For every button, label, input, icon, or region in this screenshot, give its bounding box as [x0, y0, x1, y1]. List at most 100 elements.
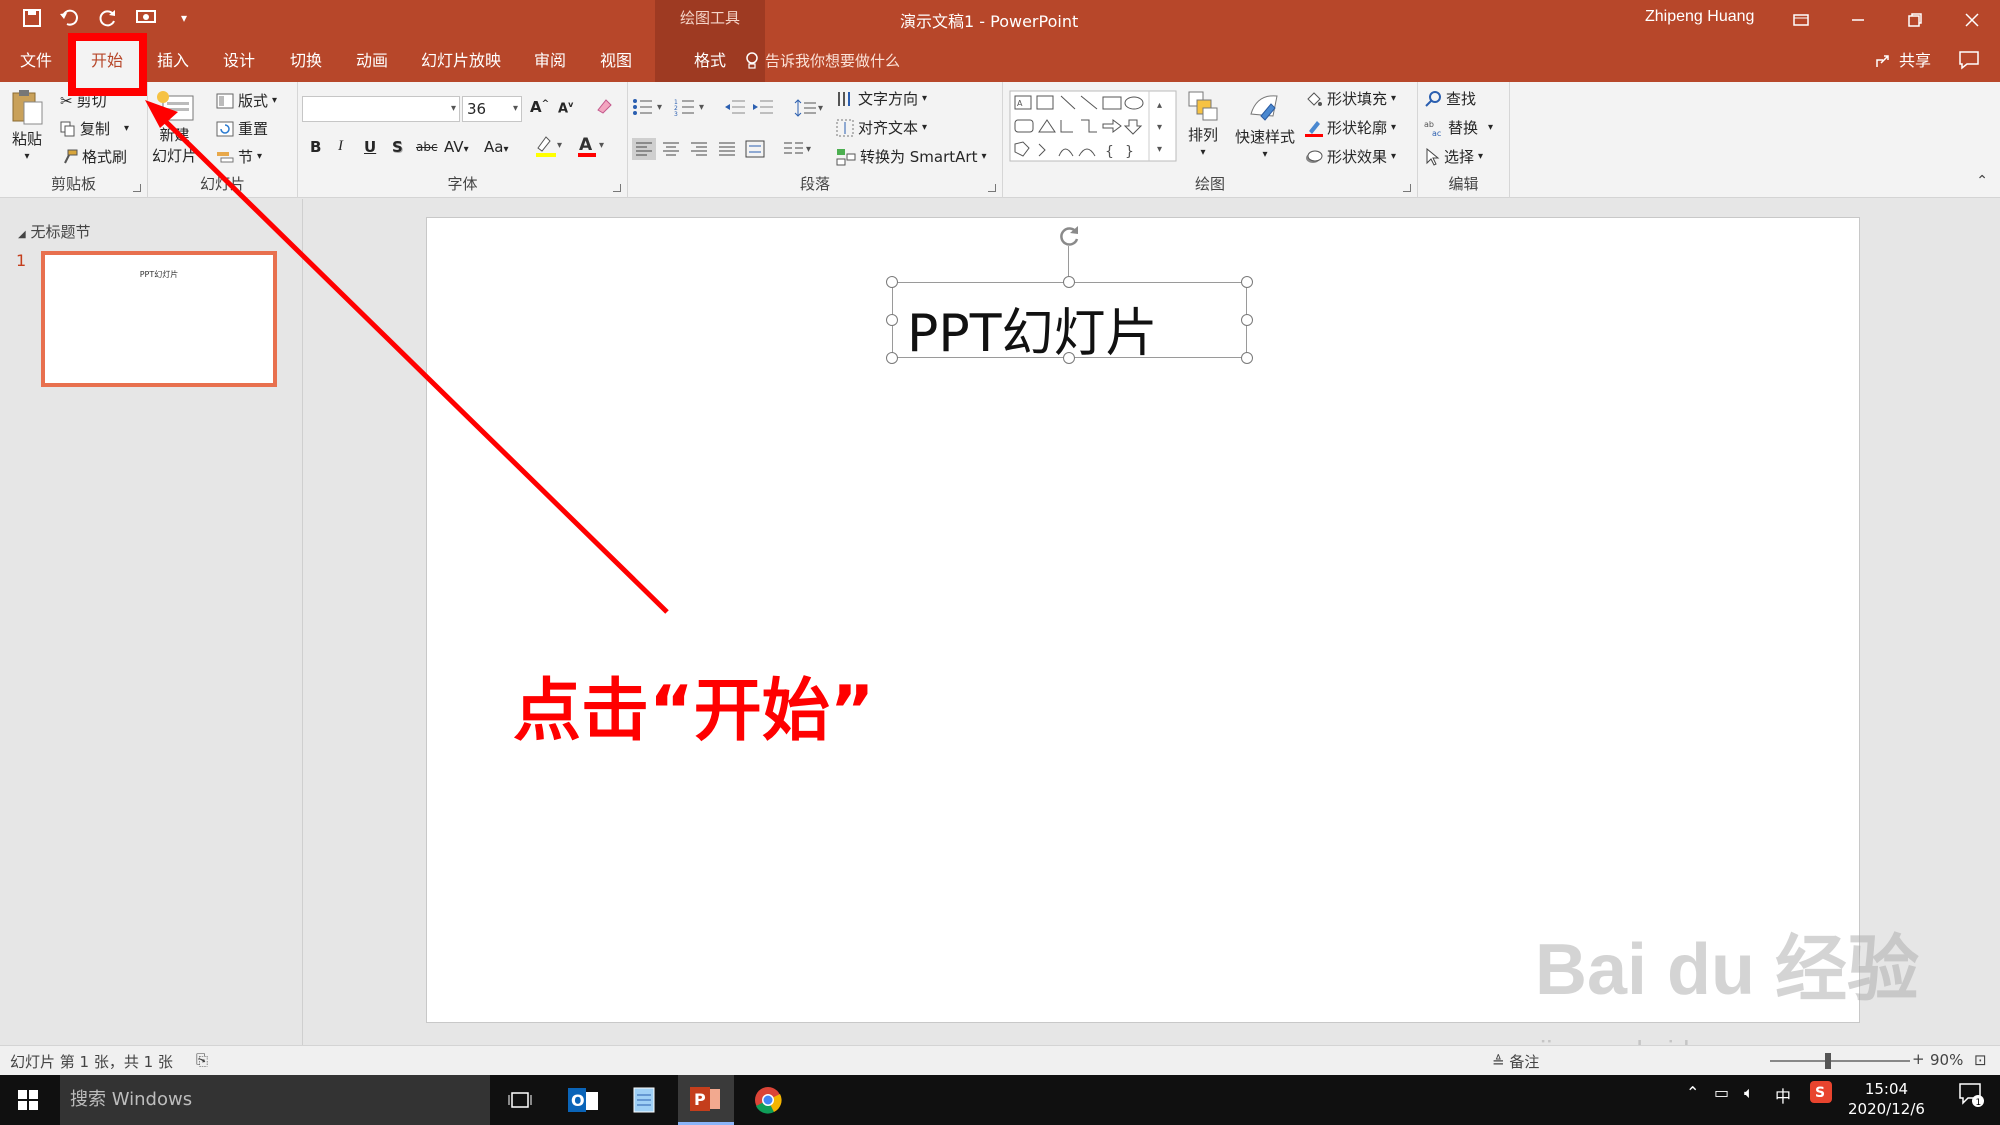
notes-button[interactable]: ≜ 备注	[1492, 1051, 1539, 1072]
clear-formatting-icon[interactable]	[594, 96, 614, 120]
bold-button[interactable]: B	[310, 138, 321, 156]
text-direction-button[interactable]: 文字方向 ▾	[836, 88, 927, 109]
increase-indent-icon[interactable]	[752, 98, 774, 116]
find-button[interactable]: 查找	[1424, 88, 1476, 109]
sogou-ime-icon[interactable]: S	[1810, 1081, 1832, 1107]
quick-styles-button[interactable]: 快速样式 ▾	[1235, 90, 1295, 160]
ribbon-display-options-icon[interactable]	[1772, 0, 1829, 40]
resize-handle-se[interactable]	[1241, 352, 1253, 364]
powerpoint-taskbar-icon[interactable]: P	[678, 1075, 734, 1125]
shrink-font-button[interactable]: Av	[558, 100, 573, 116]
shape-effects-button[interactable]: 形状效果 ▾	[1305, 146, 1396, 167]
slide-canvas[interactable]: PPT幻灯片	[426, 217, 1860, 1023]
taskbar-search-box[interactable]: 搜索 Windows	[60, 1075, 490, 1125]
char-spacing-button[interactable]: AV▾	[444, 138, 469, 156]
resize-handle-sw[interactable]	[886, 352, 898, 364]
collapse-ribbon-icon[interactable]: ⌃	[1976, 173, 1988, 189]
comments-icon[interactable]	[1958, 50, 1980, 74]
line-spacing-icon[interactable]: ▾	[794, 98, 826, 118]
copy-button[interactable]: 复制 ▾	[60, 118, 129, 139]
shape-fill-button[interactable]: 形状填充 ▾	[1305, 88, 1396, 109]
accessibility-icon[interactable]: ⎘	[196, 1051, 208, 1069]
network-icon[interactable]: ▭	[1714, 1083, 1729, 1102]
resize-handle-s[interactable]	[1063, 352, 1075, 364]
close-icon[interactable]	[1943, 0, 2000, 40]
title-textbox[interactable]: PPT幻灯片	[892, 282, 1247, 364]
align-right-icon[interactable]	[688, 138, 710, 160]
save-icon[interactable]	[20, 6, 44, 30]
share-button[interactable]: 共享	[1875, 40, 1931, 82]
present-from-start-icon[interactable]	[134, 6, 158, 30]
slide-thumbnail[interactable]: PPT幻灯片	[41, 251, 277, 387]
tab-file[interactable]: 文件	[8, 40, 64, 82]
undo-icon[interactable]	[58, 6, 82, 30]
redo-icon[interactable]	[96, 6, 120, 30]
format-painter-button[interactable]: 格式刷	[62, 146, 127, 167]
shape-outline-button[interactable]: 形状轮廓 ▾	[1305, 117, 1396, 138]
restore-icon[interactable]	[1886, 0, 1943, 40]
tab-review[interactable]: 审阅	[525, 40, 575, 82]
rotate-handle-icon[interactable]	[1056, 223, 1082, 249]
notepad-icon[interactable]	[616, 1075, 672, 1125]
ime-indicator[interactable]: 中	[1775, 1083, 1791, 1107]
tab-transitions[interactable]: 切换	[281, 40, 331, 82]
windows-start-icon[interactable]	[0, 1075, 56, 1125]
distributed-icon[interactable]	[744, 138, 766, 160]
collapse-section-icon[interactable]: ◢	[18, 229, 26, 240]
convert-smartart-button[interactable]: 转换为 SmartArt ▾	[836, 146, 986, 167]
volume-icon[interactable]: 🔈︎	[1744, 1083, 1754, 1103]
tab-slideshow[interactable]: 幻灯片放映	[416, 40, 506, 82]
shadow-button[interactable]: S	[392, 138, 403, 156]
change-case-button[interactable]: Aa▾	[484, 138, 508, 156]
align-center-icon[interactable]	[660, 138, 682, 160]
tab-design[interactable]: 设计	[214, 40, 264, 82]
title-text[interactable]: PPT幻灯片	[907, 291, 1157, 366]
reset-button[interactable]: 重置	[216, 118, 268, 139]
task-view-icon[interactable]	[492, 1075, 548, 1125]
resize-handle-n[interactable]	[1063, 276, 1075, 288]
zoom-slider-thumb[interactable]	[1825, 1053, 1831, 1069]
resize-handle-ne[interactable]	[1241, 276, 1253, 288]
clipboard-launcher-icon[interactable]	[133, 184, 141, 192]
font-name-combo[interactable]: ▾	[302, 96, 460, 122]
show-hidden-icons-icon[interactable]: ⌃	[1686, 1083, 1699, 1102]
justify-icon[interactable]	[716, 138, 738, 160]
system-clock[interactable]: 15:04 2020/12/6	[1848, 1079, 1925, 1119]
font-launcher-icon[interactable]	[613, 184, 621, 192]
font-color-icon[interactable]: A ▾	[576, 134, 606, 162]
zoom-in-icon[interactable]: +	[1912, 1050, 1925, 1068]
section-header[interactable]: ◢ 无标题节	[18, 221, 91, 242]
zoom-slider[interactable]	[1770, 1060, 1910, 1062]
resize-handle-nw[interactable]	[886, 276, 898, 288]
replace-button[interactable]: ab ac 替换 ▾	[1424, 117, 1493, 138]
resize-handle-e[interactable]	[1241, 314, 1253, 326]
zoom-level[interactable]: 90%	[1930, 1051, 1963, 1069]
decrease-indent-icon[interactable]	[724, 98, 746, 116]
arrange-button[interactable]: 排列 ▾	[1187, 90, 1219, 158]
underline-button[interactable]: U	[364, 138, 376, 156]
italic-button[interactable]: I	[338, 138, 343, 155]
layout-button[interactable]: 版式 ▾	[216, 90, 277, 111]
tab-animations[interactable]: 动画	[347, 40, 397, 82]
resize-handle-w[interactable]	[886, 314, 898, 326]
tab-insert[interactable]: 插入	[148, 40, 198, 82]
new-slide-button[interactable]: 新建 幻灯片	[152, 90, 197, 166]
strikethrough-button[interactable]: abc	[416, 140, 438, 154]
align-left-icon[interactable]	[632, 138, 656, 160]
paste-button[interactable]: 粘贴 ▾	[10, 88, 44, 162]
minimize-icon[interactable]	[1829, 0, 1886, 40]
numbering-icon[interactable]: 1 2 3 ▾	[674, 98, 708, 116]
fit-slide-icon[interactable]: ⊡	[1974, 1051, 1987, 1069]
action-center-icon[interactable]: 1	[1958, 1081, 1984, 1111]
outlook-icon[interactable]: O	[556, 1075, 612, 1125]
columns-icon[interactable]: ▾	[782, 138, 814, 160]
drawing-launcher-icon[interactable]	[1403, 184, 1411, 192]
select-button[interactable]: 选择 ▾	[1424, 146, 1483, 167]
section-button[interactable]: 节 ▾	[216, 146, 262, 167]
shapes-gallery[interactable]: A { } ▴ ▾ ▾	[1009, 90, 1177, 162]
user-name[interactable]: Zhipeng Huang	[1645, 8, 1754, 26]
grow-font-button[interactable]: A^	[530, 98, 549, 116]
align-text-button[interactable]: 对齐文本 ▾	[836, 117, 927, 138]
bullets-icon[interactable]: ▾	[632, 98, 666, 116]
font-size-combo[interactable]: 36 ▾	[462, 96, 522, 122]
